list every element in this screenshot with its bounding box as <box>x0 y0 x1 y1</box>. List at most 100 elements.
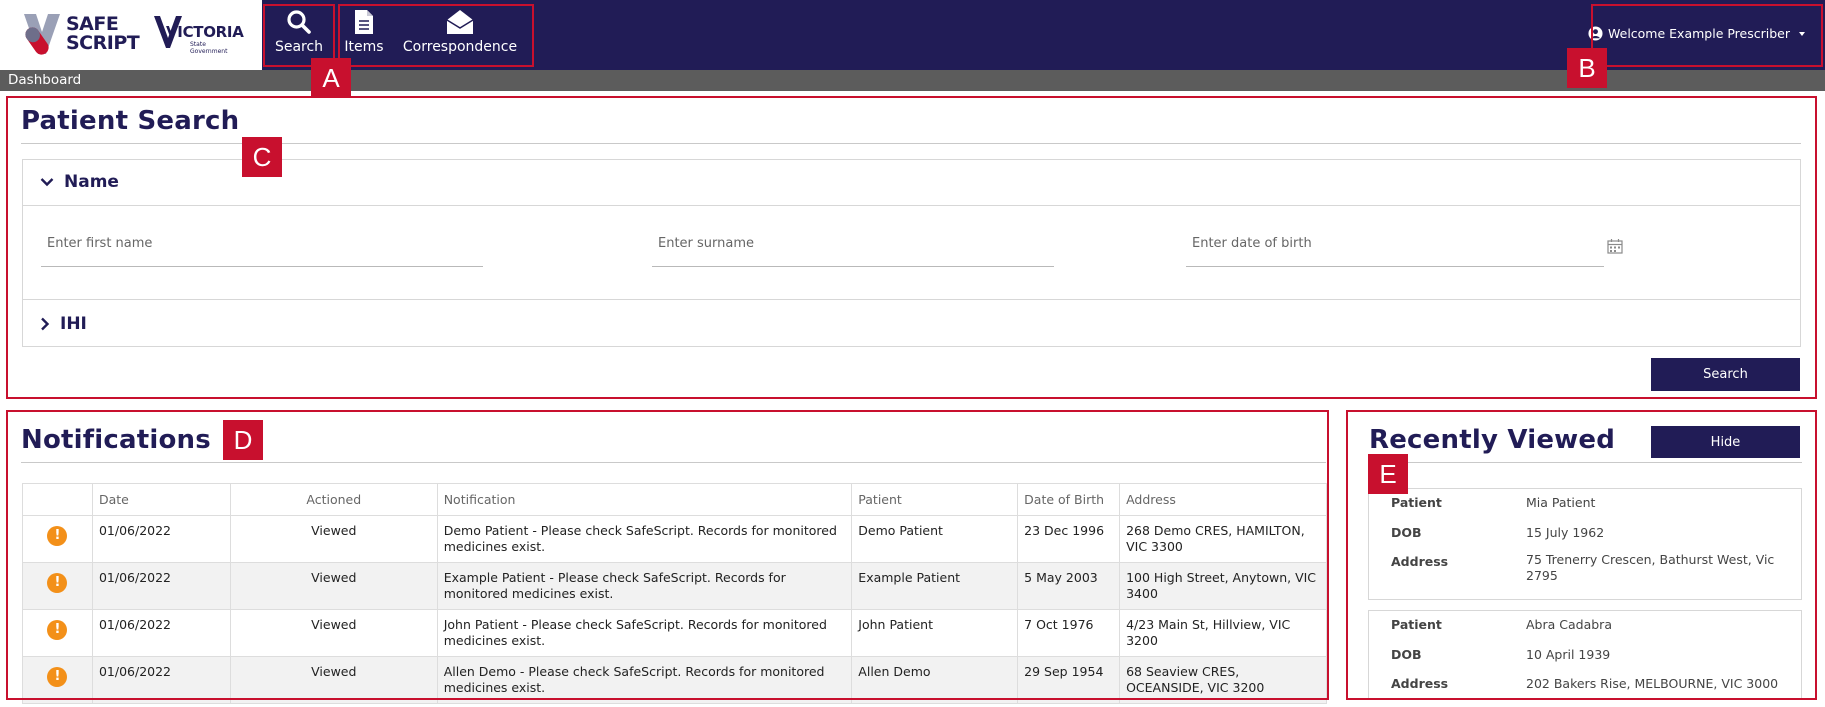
col-header-dob[interactable]: Date of Birth <box>1017 483 1121 516</box>
patient-search-divider <box>21 143 1801 144</box>
victoria-subtitle-2: Government <box>190 48 228 55</box>
col-header-date[interactable]: Date <box>91 483 231 516</box>
user-welcome-label: Welcome Example Prescriber <box>1608 26 1790 41</box>
table-row[interactable]: ! 01/06/2022 Viewed Demo Patient - Pleas… <box>22 515 1327 563</box>
table-row[interactable]: ! 01/06/2022 Viewed Example Patient - Pl… <box>22 562 1327 610</box>
cell-patient: Demo Patient <box>851 515 1019 563</box>
card-patient-key: Patient <box>1391 617 1442 632</box>
safescript-wordmark: SAFE SCRIPT <box>66 15 140 54</box>
cell-address: 268 Demo CRES, HAMILTON, VIC 3300 <box>1119 515 1327 563</box>
cell-address: 68 Seaview CRES, OCEANSIDE, VIC 3200 <box>1119 656 1327 704</box>
search-icon <box>287 10 311 34</box>
recent-patient-card[interactable]: Patient Abra Cadabra DOB 10 April 1939 A… <box>1368 610 1802 700</box>
accordion-divider-2 <box>22 299 1801 300</box>
nav-correspondence[interactable]: Correspondence <box>398 0 522 70</box>
calendar-icon[interactable] <box>1607 238 1623 254</box>
hide-button[interactable]: Hide <box>1651 426 1800 458</box>
annotation-label-c: C <box>242 137 282 177</box>
accordion-ihi-header[interactable]: IHI <box>22 301 1800 347</box>
chevron-down-icon <box>40 178 54 187</box>
recently-viewed-divider <box>1368 462 1802 463</box>
search-button[interactable]: Search <box>1651 358 1800 391</box>
accordion-divider <box>22 205 1801 206</box>
cell-date: 01/06/2022 <box>91 656 231 704</box>
cell-actioned: Viewed <box>229 562 438 610</box>
cell-date: 01/06/2022 <box>91 562 231 610</box>
user-menu[interactable]: Welcome Example Prescriber <box>1588 26 1805 41</box>
col-header-patient[interactable]: Patient <box>851 483 1019 516</box>
warning-icon: ! <box>47 667 68 687</box>
dob-input[interactable] <box>1186 221 1604 266</box>
card-patient-key: Patient <box>1391 495 1442 510</box>
user-circle-icon <box>1588 26 1603 41</box>
accordion-name-label: Name <box>64 172 119 192</box>
cell-dob: 7 Oct 1976 <box>1017 609 1121 657</box>
col-header-icon <box>22 483 93 516</box>
cell-actioned: Viewed <box>229 656 438 704</box>
warning-icon: ! <box>47 573 68 593</box>
annotation-label-b: B <box>1567 48 1607 88</box>
surname-field[interactable] <box>652 221 1054 267</box>
cell-date: 01/06/2022 <box>91 515 231 563</box>
table-row[interactable]: ! 01/06/2022 Viewed John Patient - Pleas… <box>22 609 1327 657</box>
safescript-line2: SCRIPT <box>66 32 140 54</box>
notifications-divider <box>21 462 1326 463</box>
cell-notification: Example Patient - Please check SafeScrip… <box>436 562 853 610</box>
nav-search-label: Search <box>274 39 324 55</box>
cell-actioned: Viewed <box>229 515 438 563</box>
cell-dob: 29 Sep 1954 <box>1017 656 1121 704</box>
recent-patient-card[interactable]: Patient Mia Patient DOB 15 July 1962 Add… <box>1368 488 1802 600</box>
cell-date: 01/06/2022 <box>91 609 231 657</box>
cell-patient: Allen Demo <box>851 656 1019 704</box>
nav-correspondence-label: Correspondence <box>402 39 518 55</box>
cell-patient: Example Patient <box>851 562 1019 610</box>
card-address-value: 75 Trenerry Crescen, Bathurst West, Vic … <box>1526 552 1775 583</box>
envelope-icon <box>446 10 474 34</box>
cell-notification: Allen Demo - Please check SafeScript. Re… <box>436 656 853 704</box>
chevron-right-icon <box>41 317 50 331</box>
document-icon <box>355 10 373 34</box>
safescript-logo <box>24 14 60 55</box>
cell-notification: Demo Patient - Please check SafeScript. … <box>436 515 853 563</box>
card-dob-key: DOB <box>1391 525 1422 540</box>
breadcrumb-dashboard[interactable]: Dashboard <box>8 72 81 88</box>
cell-address: 4/23 Main St, Hillview, VIC 3200 <box>1119 609 1327 657</box>
top-navigation-bar: SAFE SCRIPT VICTORIA State Government Se… <box>0 0 1825 70</box>
card-dob-key: DOB <box>1391 647 1422 662</box>
warning-icon: ! <box>47 620 68 640</box>
victoria-subtitle-1: State <box>190 41 206 48</box>
col-header-address[interactable]: Address <box>1119 483 1327 516</box>
cell-address: 100 High Street, Anytown, VIC 3400 <box>1119 562 1327 610</box>
first-name-field[interactable] <box>41 221 483 267</box>
card-dob-value: 10 April 1939 <box>1526 647 1611 662</box>
accordion-ihi-label: IHI <box>60 314 87 334</box>
first-name-input[interactable] <box>41 221 483 266</box>
card-address-key: Address <box>1391 554 1449 569</box>
card-patient-value: Mia Patient <box>1526 495 1596 510</box>
patient-search-title: Patient Search <box>21 106 240 136</box>
table-header-row: Date Actioned Notification Patient Date … <box>22 483 1327 516</box>
cell-dob: 5 May 2003 <box>1017 562 1121 610</box>
accordion-name-header[interactable]: Name <box>22 159 1800 205</box>
victoria-wordmark: VICTORIA <box>166 23 244 41</box>
cell-notification: John Patient - Please check SafeScript. … <box>436 609 853 657</box>
card-patient-value: Abra Cadabra <box>1526 617 1612 632</box>
recently-viewed-title: Recently Viewed <box>1369 425 1616 455</box>
breadcrumb: Dashboard <box>0 70 1825 91</box>
warning-icon: ! <box>47 526 68 546</box>
notifications-table: Date Actioned Notification Patient Date … <box>22 483 1327 704</box>
annotation-label-e: E <box>1368 454 1408 494</box>
nav-items-label: Items <box>344 39 384 55</box>
notifications-title: Notifications <box>21 425 211 455</box>
annotation-label-d: D <box>223 420 263 460</box>
annotation-label-a: A <box>311 58 351 98</box>
surname-input[interactable] <box>652 221 1054 266</box>
card-address-key: Address <box>1391 676 1449 691</box>
dob-field[interactable] <box>1186 221 1604 267</box>
cell-actioned: Viewed <box>229 609 438 657</box>
card-address-value: 202 Bakers Rise, MELBOURNE, VIC 3000 <box>1526 676 1779 691</box>
chevron-down-icon <box>1799 31 1805 36</box>
col-header-notification[interactable]: Notification <box>436 483 853 516</box>
col-header-actioned[interactable]: Actioned <box>229 483 438 516</box>
table-row[interactable]: ! 01/06/2022 Viewed Allen Demo - Please … <box>22 656 1327 704</box>
